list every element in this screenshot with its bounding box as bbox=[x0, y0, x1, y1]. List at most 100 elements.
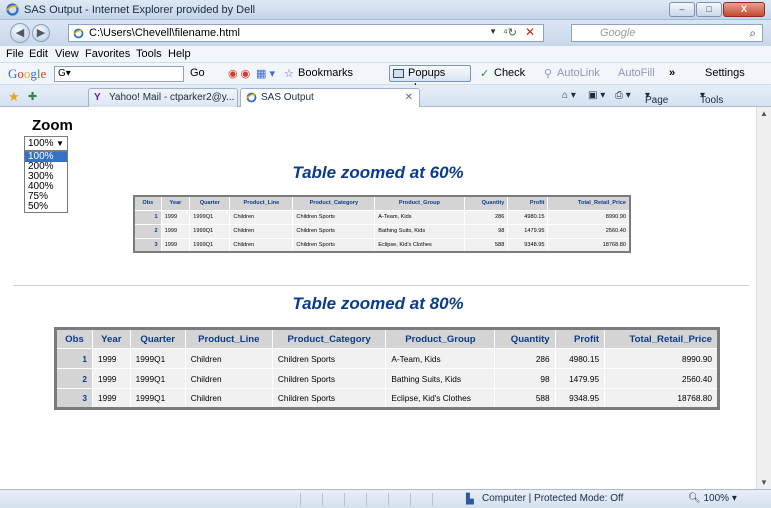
table-cell: 1999 bbox=[91, 348, 131, 369]
table-cell: 2 bbox=[133, 223, 162, 239]
address-field[interactable]: C:\Users\Chevell\filename.html ▼ ⁴↻ ✕ bbox=[68, 24, 544, 42]
title-bar: SAS Output - Internet Explorer provided … bbox=[0, 0, 771, 20]
tab-label: SAS Output bbox=[261, 92, 314, 103]
menu-tools[interactable]: Tools bbox=[136, 48, 162, 60]
table-cell: A-Team, Kids bbox=[385, 348, 496, 369]
menu-help[interactable]: Help bbox=[168, 48, 191, 60]
scroll-up-icon[interactable]: ▲ bbox=[760, 109, 768, 118]
table-cell: Eclipse, Kid's Clothes bbox=[385, 388, 496, 409]
table-cell: 9348.95 bbox=[554, 388, 606, 409]
window-title: SAS Output - Internet Explorer provided … bbox=[24, 4, 256, 16]
table-cell: 1999 bbox=[160, 237, 191, 253]
settings-button[interactable]: Settings bbox=[705, 67, 745, 79]
address-dropdown-icon[interactable]: ▼ bbox=[489, 27, 497, 36]
minimize-button[interactable]: – bbox=[669, 2, 695, 17]
tab-close-icon[interactable]: ✕ bbox=[405, 89, 413, 106]
back-button[interactable]: ◀ bbox=[10, 23, 30, 43]
stop-icon[interactable]: ✕ bbox=[525, 25, 535, 39]
print-icon[interactable]: ⎙ ▾ bbox=[615, 90, 631, 101]
table-cell: Children Sports bbox=[292, 237, 376, 253]
autolink-button[interactable]: AutoLink bbox=[557, 67, 600, 79]
zoom-label: Zoom bbox=[32, 117, 73, 134]
column-header: Product_Line bbox=[229, 195, 294, 211]
tab-yahoo-mail[interactable]: Y Yahoo! Mail - ctparker2@y... bbox=[88, 88, 238, 107]
column-header: Product_Category bbox=[271, 328, 387, 349]
search-icon[interactable]: ⌕ bbox=[749, 26, 756, 41]
vertical-scrollbar[interactable]: ▲ ▼ bbox=[756, 107, 771, 489]
zoom-select[interactable]: 100% ▼ bbox=[24, 136, 68, 151]
status-bar: Computer | Protected Mode: Off ▙ 🔍︎ 100%… bbox=[0, 489, 771, 508]
home-icon[interactable]: ⌂ ▾ bbox=[562, 90, 576, 101]
column-header: Total_Retail_Price bbox=[604, 328, 719, 349]
menu-file[interactable]: File bbox=[6, 48, 24, 60]
column-header: Total_Retail_Price bbox=[547, 195, 631, 211]
tab-sas-output[interactable]: SAS Output ✕ bbox=[240, 88, 420, 107]
column-header: Year bbox=[160, 195, 191, 211]
google-go-button[interactable]: Go bbox=[190, 67, 205, 79]
table-cell: Children Sports bbox=[271, 368, 387, 389]
zoom-select-value: 100% bbox=[28, 138, 54, 149]
add-favorites-icon[interactable]: ✚ bbox=[28, 90, 37, 103]
table-cell: 1999Q1 bbox=[129, 348, 186, 369]
tools-menu-label: Tools bbox=[700, 95, 724, 106]
google-search-input[interactable]: G▾ bbox=[54, 66, 184, 82]
table-zoom-80: Obs Year Quarter Product_Line Product_Catego… bbox=[54, 327, 720, 410]
table-zoom-60: Obs Year Quarter Product_Line Product_Catego… bbox=[133, 195, 631, 253]
table-cell: 1 bbox=[55, 348, 93, 369]
menu-edit[interactable]: Edit bbox=[29, 48, 48, 60]
table-row: 3 1999 1999Q1 Children Children Sports Eclips… bbox=[133, 237, 631, 253]
page-menu-button[interactable]: Page ▾ bbox=[645, 90, 668, 106]
column-header: Obs bbox=[133, 195, 162, 211]
table-cell: 588 bbox=[463, 237, 509, 253]
status-divider bbox=[300, 493, 301, 506]
search-field[interactable]: Google ⌕ bbox=[571, 24, 763, 42]
pagerank-icon[interactable]: ◉ ◉ bbox=[228, 67, 250, 80]
forward-button[interactable]: ▶ bbox=[32, 24, 50, 42]
table-cell: Bathing Suits, Kids bbox=[374, 223, 465, 239]
table-cell: 1999Q1 bbox=[189, 223, 231, 239]
table-cell: 98 bbox=[494, 368, 556, 389]
more-chevron-icon[interactable]: » bbox=[669, 67, 675, 79]
security-zone-text[interactable]: Computer | Protected Mode: Off bbox=[482, 493, 623, 504]
column-header: Obs bbox=[55, 328, 93, 349]
forward-arrow-icon: ▶ bbox=[36, 27, 46, 39]
google-tools-icon[interactable]: ▦ ▾ bbox=[256, 67, 275, 80]
tools-menu-button[interactable]: Tools ▾ bbox=[700, 90, 723, 106]
menu-view[interactable]: View bbox=[55, 48, 79, 60]
popups-okay-button[interactable]: Popups okay bbox=[389, 65, 471, 94]
status-divider bbox=[410, 493, 411, 506]
table-cell: 1479.95 bbox=[554, 368, 606, 389]
section-divider bbox=[13, 285, 749, 286]
refresh-icon[interactable]: ⁴↻ bbox=[503, 26, 517, 39]
table-cell: 286 bbox=[463, 209, 509, 225]
table-cell: Children bbox=[184, 348, 273, 369]
table-cell: 9348.95 bbox=[507, 237, 549, 253]
status-divider bbox=[344, 493, 345, 506]
table-cell: 3 bbox=[55, 388, 93, 409]
zoom-option-50[interactable]: 50% bbox=[25, 202, 67, 212]
popup-icon bbox=[393, 69, 404, 78]
zoom-level[interactable]: 🔍︎ 100% ▾ bbox=[688, 493, 737, 504]
address-toolbar: ◀ ▶ C:\Users\Chevell\filename.html ▼ ⁴↻ … bbox=[0, 20, 771, 46]
table-cell: Children bbox=[229, 237, 294, 253]
spellcheck-icon: ✓ bbox=[480, 68, 490, 80]
table-cell: Bathing Suits, Kids bbox=[385, 368, 496, 389]
close-button[interactable]: X bbox=[723, 2, 765, 17]
table-cell: Children Sports bbox=[271, 388, 387, 409]
menu-favorites[interactable]: Favorites bbox=[85, 48, 130, 60]
table-cell: A-Team, Kids bbox=[374, 209, 465, 225]
scroll-down-icon[interactable]: ▼ bbox=[760, 478, 768, 487]
table-cell: 8990.90 bbox=[604, 348, 719, 369]
bookmarks-button[interactable]: Bookmarks bbox=[298, 67, 353, 79]
feeds-icon[interactable]: ▣ ▾ bbox=[588, 90, 605, 101]
table-row: 1 1999 1999Q1 Children Children Sports A-Team… bbox=[133, 209, 631, 225]
zoom-widget: Zoom 100% ▼ 100% 200% 300% 400% 75% 50% bbox=[22, 117, 73, 213]
table-row: 1 1999 1999Q1 Children Children Sports A-Team… bbox=[55, 348, 719, 369]
favorites-star-icon[interactable]: ★ bbox=[8, 89, 20, 105]
autofill-button[interactable]: AutoFill bbox=[618, 67, 655, 79]
maximize-button[interactable]: □ bbox=[696, 2, 722, 17]
table-header-row: Obs Year Quarter Product_Line Product_Catego… bbox=[133, 195, 631, 211]
check-button[interactable]: Check bbox=[494, 67, 525, 79]
table-cell: 98 bbox=[463, 223, 509, 239]
table-header-row: Obs Year Quarter Product_Line Product_Catego… bbox=[55, 328, 719, 349]
